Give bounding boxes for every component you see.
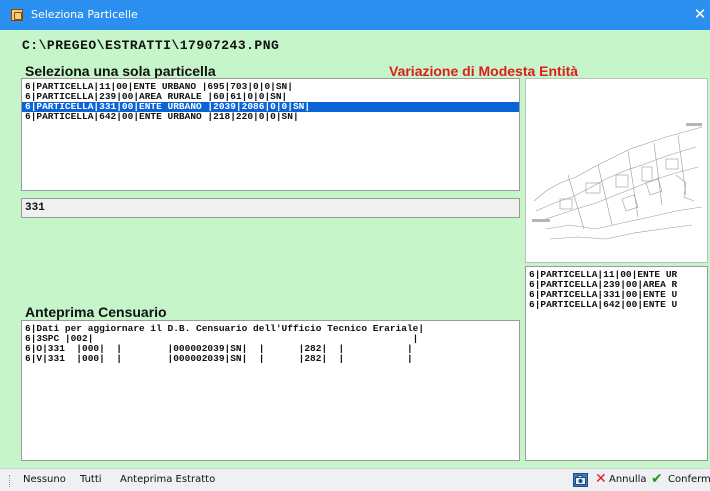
preview-extract-button[interactable]: Anteprima Estratto — [120, 474, 215, 485]
tutti-button[interactable]: Tutti — [80, 474, 102, 485]
list-item[interactable]: 6|PARTICELLA|642|00|ENTE URBANO |218|220… — [22, 112, 519, 122]
side-parcel-list[interactable]: 6|PARTICELLA|11|00|ENTE UR 6|PARTICELLA|… — [525, 266, 708, 461]
window-title: Seleziona Particelle — [31, 8, 138, 21]
parcel-code-field[interactable]: 331 — [21, 198, 520, 218]
camera-icon[interactable] — [573, 473, 588, 487]
census-preview: 6|Dati per aggiornare il D.B. Censuario … — [21, 320, 520, 461]
cancel-button[interactable]: Annulla — [609, 474, 647, 485]
file-path: C:\PREGEO\ESTRATTI\17907243.PNG — [22, 38, 280, 53]
census-line: 6|V|331 |000| | |000002039|SN| | |282| |… — [25, 353, 413, 364]
title-bar: Seleziona Particelle ✕ — [0, 0, 710, 30]
grip-handle — [9, 475, 13, 487]
app-icon — [11, 9, 23, 21]
selection-heading: Seleziona una sola particella — [25, 63, 216, 79]
parcel-list[interactable]: 6|PARTICELLA|11|00|ENTE URBANO |695|703|… — [21, 78, 520, 191]
status-bar: Nessuno Tutti Anteprima Estratto ✕ Annul… — [0, 468, 710, 491]
map-preview — [525, 78, 708, 263]
checkmark-icon[interactable]: ✔ — [651, 471, 663, 487]
list-item[interactable]: 6|PARTICELLA|642|00|ENTE U — [526, 300, 707, 310]
census-heading: Anteprima Censuario — [25, 304, 167, 320]
close-icon[interactable]: ✕ — [692, 5, 708, 23]
nessuno-button[interactable]: Nessuno — [23, 474, 66, 485]
confirm-button[interactable]: Conferma — [668, 474, 710, 485]
camera-glyph — [575, 475, 586, 485]
variation-heading: Variazione di Modesta Entità — [389, 63, 579, 79]
x-icon[interactable]: ✕ — [595, 471, 607, 487]
dialog-body: C:\PREGEO\ESTRATTI\17907243.PNG Selezion… — [0, 30, 710, 468]
map-image — [532, 123, 703, 240]
